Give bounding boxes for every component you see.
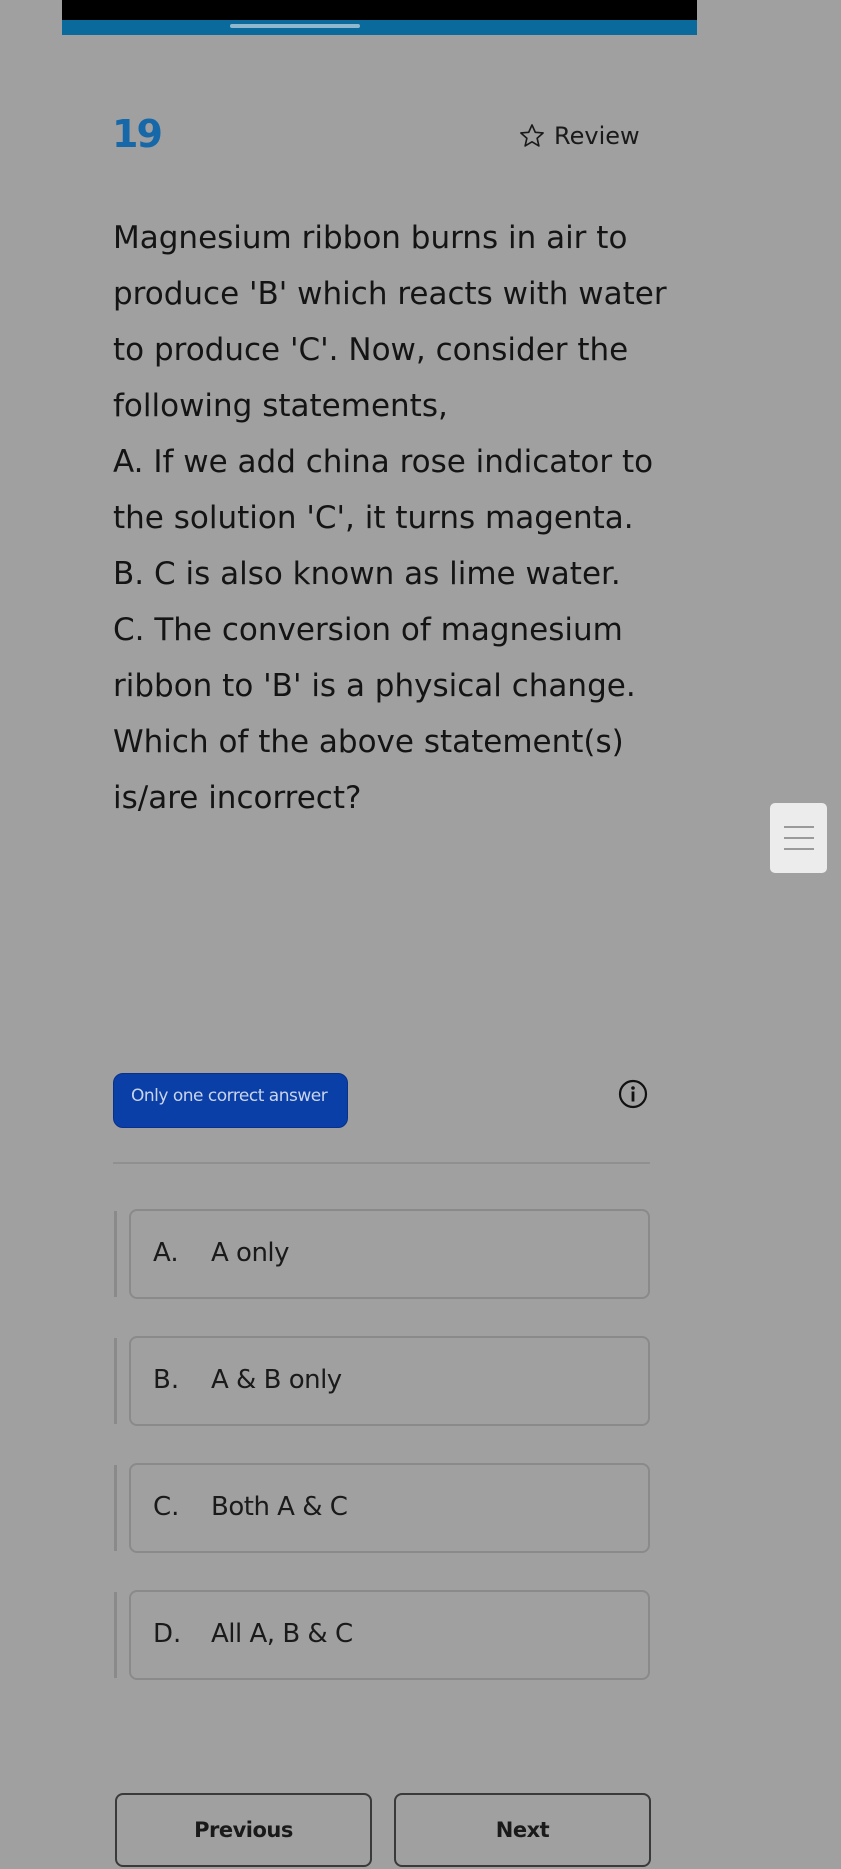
review-button[interactable]: Review <box>518 122 640 150</box>
side-panel-toggle[interactable] <box>770 803 827 873</box>
question-number: 19 <box>112 112 163 156</box>
option-d[interactable]: D. All A, B & C <box>114 1590 650 1680</box>
option-letter: B. <box>153 1365 180 1395</box>
drag-handle[interactable] <box>230 24 360 28</box>
info-circle-icon[interactable] <box>617 1078 649 1110</box>
option-c[interactable]: C. Both A & C <box>114 1463 650 1553</box>
option-box[interactable]: C. Both A & C <box>129 1463 650 1553</box>
option-box[interactable]: D. All A, B & C <box>129 1590 650 1680</box>
option-indicator-bar <box>114 1211 117 1297</box>
statement-c: C. The conversion of magnesium ribbon to… <box>113 612 636 704</box>
answer-type-badge: Only one correct answer <box>113 1073 348 1128</box>
option-b[interactable]: B. A & B only <box>114 1336 650 1426</box>
option-box[interactable]: B. A & B only <box>129 1336 650 1426</box>
menu-lines-icon <box>784 837 814 839</box>
option-text: A only <box>211 1238 290 1268</box>
option-text: All A, B & C <box>211 1619 353 1649</box>
menu-lines-icon <box>784 848 814 850</box>
next-button[interactable]: Next <box>394 1793 651 1867</box>
review-label: Review <box>554 122 640 150</box>
option-text: A & B only <box>211 1365 342 1395</box>
question-text: Magnesium ribbon burns in air to produce… <box>113 210 673 826</box>
divider <box>113 1162 650 1164</box>
option-a[interactable]: A. A only <box>114 1209 650 1299</box>
question-stem: Magnesium ribbon burns in air to produce… <box>113 220 667 424</box>
option-box[interactable]: A. A only <box>129 1209 650 1299</box>
option-letter: D. <box>153 1619 182 1649</box>
option-text: Both A & C <box>211 1492 348 1522</box>
option-letter: A. <box>153 1238 179 1268</box>
option-indicator-bar <box>114 1592 117 1678</box>
option-letter: C. <box>153 1492 180 1522</box>
statement-a: A. If we add china rose indicator to the… <box>113 444 654 536</box>
option-indicator-bar <box>114 1465 117 1551</box>
question-prompt: Which of the above statement(s) is/are i… <box>113 724 624 816</box>
star-outline-icon <box>520 124 544 147</box>
menu-lines-icon <box>784 826 814 828</box>
top-app-bar <box>62 0 697 35</box>
option-indicator-bar <box>114 1338 117 1424</box>
statement-b: B. C is also known as lime water. <box>113 556 621 592</box>
previous-button[interactable]: Previous <box>115 1793 372 1867</box>
top-app-bar-strip <box>62 20 697 35</box>
